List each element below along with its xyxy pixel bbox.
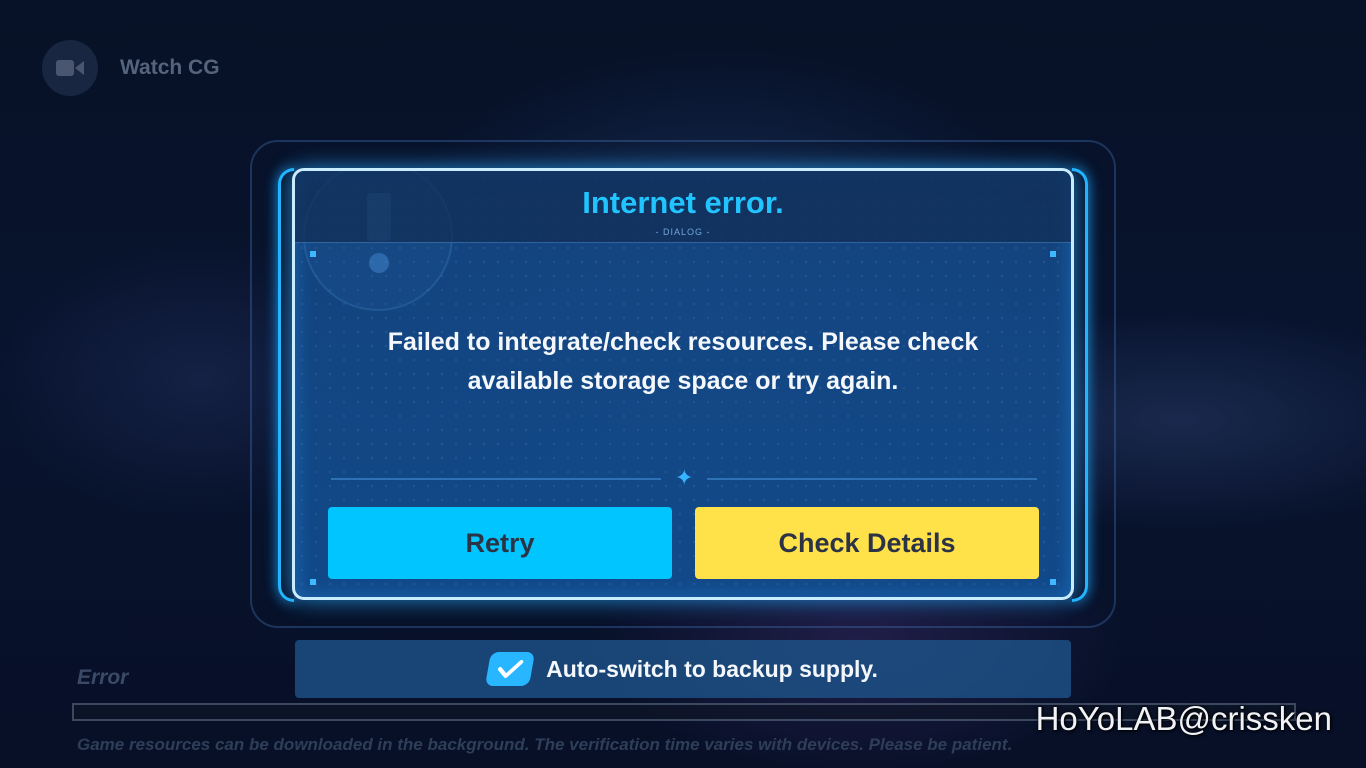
dialog-right-bracket — [1072, 168, 1088, 602]
corner-dot — [1050, 579, 1056, 585]
dialog-message: Failed to integrate/check resources. Ple… — [387, 328, 979, 395]
corner-dot — [310, 579, 316, 585]
auto-switch-checkbox[interactable] — [485, 652, 536, 686]
divider — [707, 478, 1037, 480]
dialog-title: Internet error. — [582, 185, 784, 220]
watch-cg-label: Watch CG — [120, 56, 220, 79]
watermark: HoYoLAB@crissken — [1035, 700, 1332, 737]
status-label: Error — [77, 666, 129, 689]
download-note: Game resources can be downloaded in the … — [77, 735, 1013, 754]
video-camera-icon — [42, 40, 98, 96]
dialog-subtitle: - DIALOG - — [655, 227, 711, 237]
auto-switch-label: Auto-switch to backup supply. — [546, 655, 878, 682]
corner-dot — [1050, 251, 1056, 257]
corner-dot — [310, 251, 316, 257]
divider — [331, 478, 661, 480]
checkmark-icon — [498, 660, 524, 678]
watch-cg-button[interactable]: Watch CG — [42, 40, 220, 96]
error-dialog: Internet error. - DIALOG - Failed to int… — [292, 168, 1074, 600]
star-divider-icon: ✦ — [675, 465, 694, 490]
auto-switch-bar: Auto-switch to backup supply. — [295, 640, 1071, 698]
retry-button[interactable]: Retry — [328, 507, 672, 579]
check-details-button[interactable]: Check Details — [695, 507, 1039, 579]
